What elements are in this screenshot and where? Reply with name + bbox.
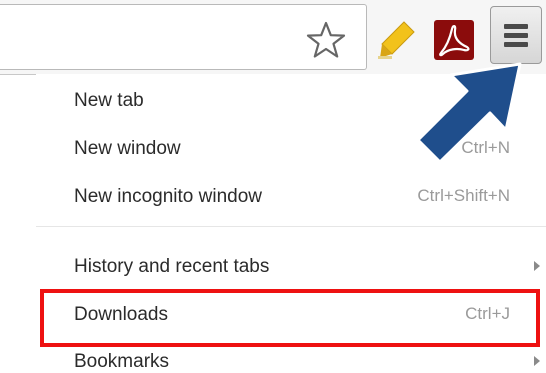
menu-item-new-window[interactable]: New window Ctrl+N [36,128,546,174]
menu-separator [36,226,546,227]
menu-item-bookmarks[interactable]: Bookmarks [36,341,546,373]
menu-item-downloads[interactable]: Downloads Ctrl+J [36,294,546,340]
menu-item-label: History and recent tabs [74,256,270,277]
menu-item-shortcut: Ctrl+Shift+N [417,186,510,205]
menu-button[interactable] [490,6,542,64]
menu-item-label: Downloads [74,304,168,325]
pdf-icon[interactable] [434,20,474,60]
menu-item-history[interactable]: History and recent tabs [36,246,546,292]
menu-item-shortcut: Ctrl+J [465,304,510,323]
menu-item-shortcut: Ctrl+N [461,138,510,157]
menu-item-label: New window [74,138,181,159]
highlighter-icon[interactable] [374,18,418,62]
chevron-right-icon [534,261,540,271]
browser-menu: New tab Ctrl+T New window Ctrl+N New inc… [36,74,546,373]
menu-item-new-tab[interactable]: New tab Ctrl+T [36,80,546,126]
browser-window: New tab Ctrl+T New window Ctrl+N New inc… [0,0,546,373]
menu-item-shortcut: Ctrl+T [463,90,510,109]
menu-item-label: Bookmarks [74,351,170,372]
chevron-right-icon [534,356,540,366]
menu-item-label: New tab [74,90,144,111]
menu-item-new-incognito-window[interactable]: New incognito window Ctrl+Shift+N [36,176,546,222]
browser-toolbar [0,0,546,75]
star-icon[interactable] [306,20,346,60]
menu-item-label: New incognito window [74,186,262,207]
